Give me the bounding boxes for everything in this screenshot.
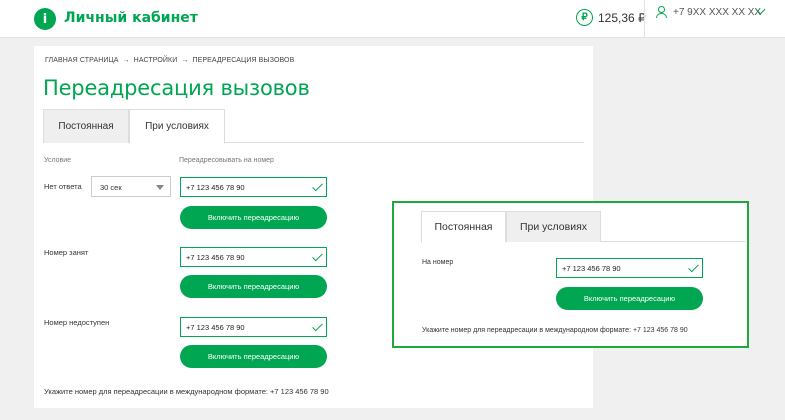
panel-tab-conditional[interactable]: При условиях <box>506 211 601 242</box>
breadcrumb-separator: → <box>181 57 189 64</box>
panel-format-hint: Укажите номер для переадресации в междун… <box>422 327 688 334</box>
breadcrumb: ГЛАВНАЯ СТРАНИЦА → НАСТРОЙКИ → ПЕРЕАДРЕСАЦИЯ… <box>45 57 294 64</box>
tab-conditional[interactable]: При условиях <box>129 109 225 144</box>
enable-forwarding-no-answer-button[interactable]: Включить переадресацию <box>180 206 327 229</box>
delay-select-value: 30 сек <box>100 183 122 192</box>
breadcrumb-separator: → <box>122 57 130 64</box>
input-value: +7 123 456 78 90 <box>186 183 245 192</box>
brand-title[interactable]: Личный кабинет <box>64 10 198 26</box>
user-icon <box>656 6 667 18</box>
panel-number-input[interactable]: +7 123 456 78 90 <box>556 258 703 278</box>
no-answer-number-input[interactable]: +7 123 456 78 90 <box>180 177 327 197</box>
panel-enable-forwarding-button[interactable]: Включить переадресацию <box>556 287 703 310</box>
busy-number-input[interactable]: +7 123 456 78 90 <box>180 247 327 267</box>
page-title: Переадресация вызовов <box>43 76 310 100</box>
condition-no-answer-label: Нет ответа <box>44 182 82 191</box>
tab-permanent[interactable]: Постоянная <box>43 109 129 143</box>
check-icon <box>312 250 323 262</box>
unreachable-number-input[interactable]: +7 123 456 78 90 <box>180 317 327 337</box>
top-header: i Личный кабинет ₽ 125,36 ₽ +7 9XX XXX X… <box>0 0 785 38</box>
dropdown-arrow-icon <box>156 185 164 190</box>
balance-amount[interactable]: 125,36 ₽ <box>598 11 646 25</box>
breadcrumb-current: ПЕРЕАДРЕСАЦИЯ ВЫЗОВОВ <box>192 57 295 64</box>
logo-glyph: i <box>42 11 48 27</box>
column-header-forward: Переадресовывать на номер <box>179 157 274 164</box>
check-icon <box>312 180 323 192</box>
breadcrumb-home[interactable]: ГЛАВНАЯ СТРАНИЦА <box>45 57 119 64</box>
ruble-icon: ₽ <box>576 9 593 26</box>
input-value: +7 123 456 78 90 <box>186 253 245 262</box>
input-value: +7 123 456 78 90 <box>562 264 621 273</box>
header-divider <box>644 0 645 38</box>
panel-tab-bar: Постоянная При условиях <box>421 211 745 243</box>
condition-unreachable-label: Номер недоступен <box>44 318 110 327</box>
input-value: +7 123 456 78 90 <box>186 323 245 332</box>
delay-select[interactable]: 30 сек <box>91 176 171 197</box>
condition-busy-label: Номер занят <box>44 248 89 257</box>
enable-forwarding-unreachable-button[interactable]: Включить переадресацию <box>180 345 327 368</box>
panel-number-label: На номер <box>422 259 454 266</box>
brand-logo[interactable]: i <box>34 8 56 30</box>
tab-bar: Постоянная При условиях <box>43 109 584 144</box>
breadcrumb-settings[interactable]: НАСТРОЙКИ <box>134 57 178 64</box>
format-hint: Укажите номер для переадресации в междун… <box>44 387 329 396</box>
check-icon <box>688 261 699 273</box>
account-phone[interactable]: +7 9XX XXX XX XX <box>673 7 761 18</box>
panel-tab-permanent[interactable]: Постоянная <box>421 211 506 243</box>
permanent-forwarding-panel: Постоянная При условиях На номер +7 123 … <box>392 201 749 348</box>
enable-forwarding-busy-button[interactable]: Включить переадресацию <box>180 275 327 298</box>
check-icon <box>312 320 323 332</box>
column-header-condition: Условие <box>44 157 72 164</box>
